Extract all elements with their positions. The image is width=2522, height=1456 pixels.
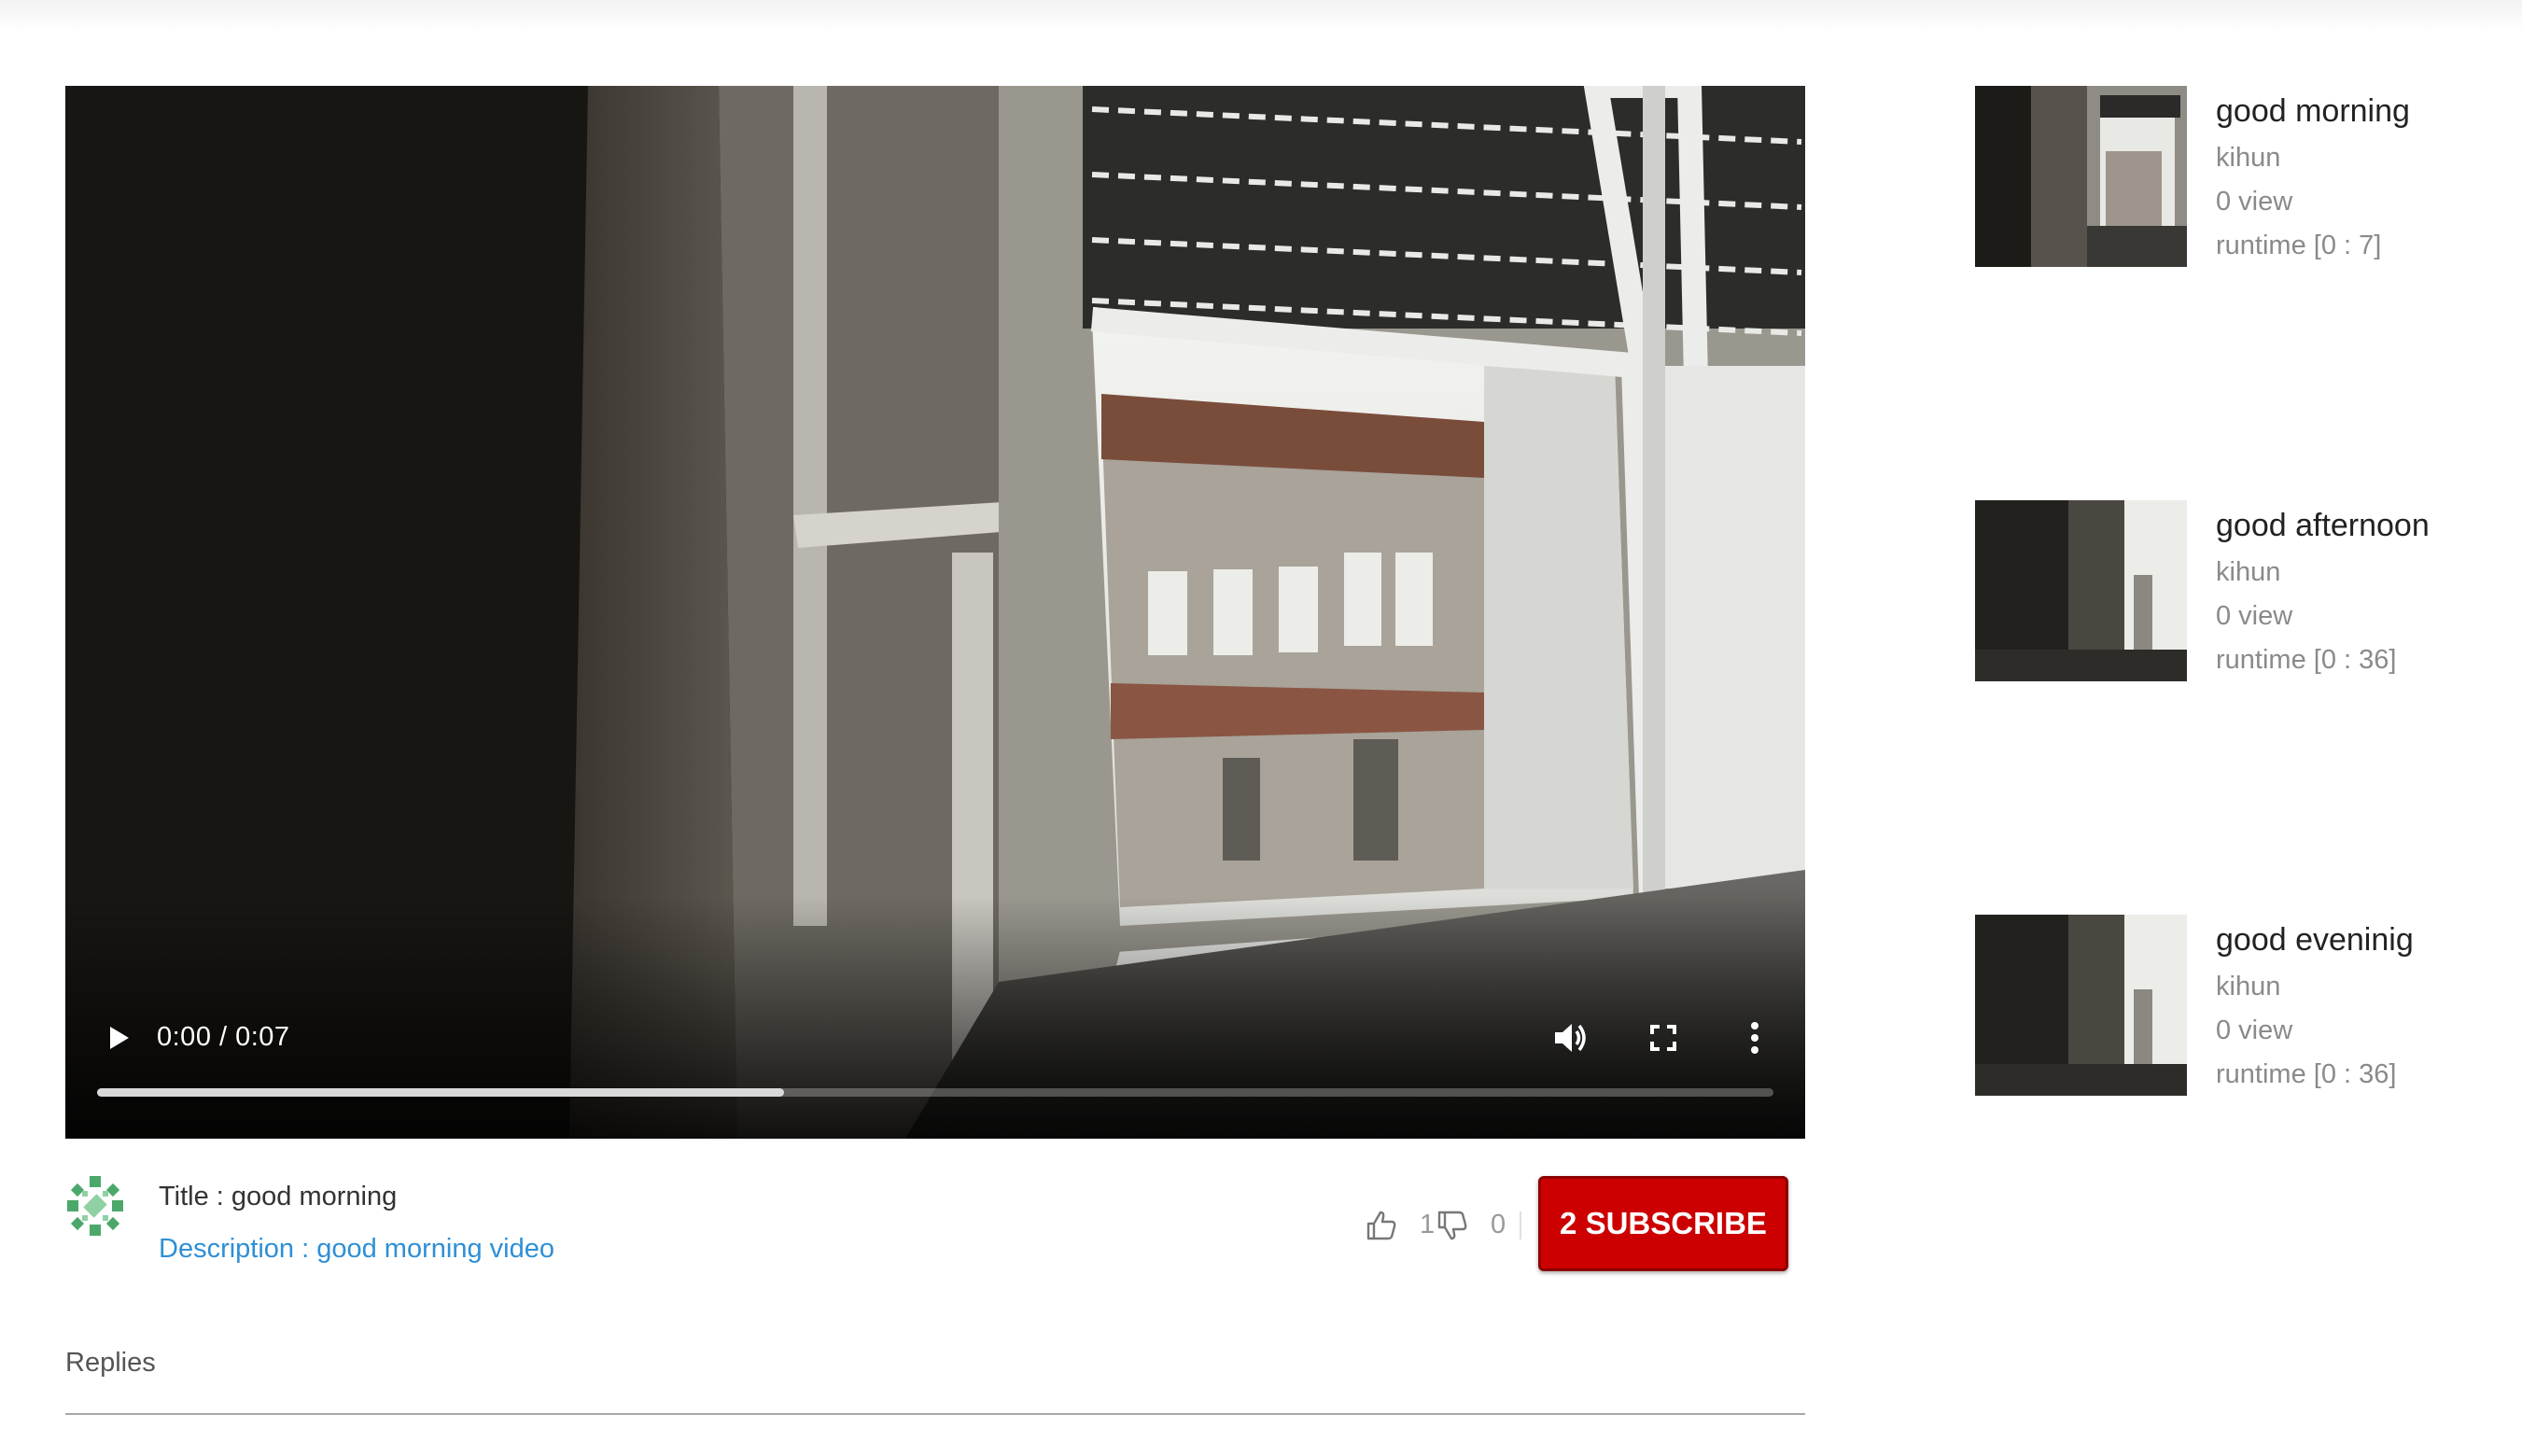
sidebar-video-title[interactable]: good afternoon xyxy=(2216,508,2430,544)
dislike-count: 0 xyxy=(1491,1210,1506,1239)
top-bar xyxy=(0,0,2522,32)
replies-divider xyxy=(65,1413,1805,1415)
video-player[interactable]: 0:00 / 0:07 xyxy=(65,86,1805,1139)
sidebar-video-card[interactable]: good morning kihun 0 view runtime [0 : 7… xyxy=(1975,86,2479,273)
fullscreen-icon xyxy=(1650,1025,1676,1051)
sidebar-video-runtime: runtime [0 : 36] xyxy=(2216,645,2397,675)
play-icon xyxy=(110,1027,129,1049)
replies-heading: Replies xyxy=(65,1348,156,1378)
video-thumbnail[interactable] xyxy=(1975,915,2187,1096)
seek-bar[interactable] xyxy=(97,1088,1773,1097)
more-vert-icon xyxy=(1751,1022,1758,1054)
sidebar-video-views: 0 view xyxy=(2216,601,2293,631)
controls-overlay xyxy=(65,896,1805,1139)
volume-icon xyxy=(1555,1024,1586,1052)
sidebar-video-author: kihun xyxy=(2216,143,2281,173)
dislike-button[interactable] xyxy=(1436,1209,1469,1242)
sidebar-video-runtime: runtime [0 : 36] xyxy=(2216,1059,2397,1089)
sidebar-video-views: 0 view xyxy=(2216,1015,2293,1045)
thumbs-up-icon xyxy=(1366,1211,1396,1240)
time-display: 0:00 / 0:07 xyxy=(157,1022,290,1052)
video-title: Title : good morning xyxy=(159,1182,398,1211)
fullscreen-button[interactable] xyxy=(1645,1019,1682,1057)
play-button[interactable] xyxy=(99,1019,136,1057)
sidebar-video-author: kihun xyxy=(2216,557,2281,587)
sidebar-video-author: kihun xyxy=(2216,972,2281,1001)
sidebar-video-runtime: runtime [0 : 7] xyxy=(2216,231,2382,260)
like-count: 1 xyxy=(1420,1210,1436,1239)
divider xyxy=(1520,1211,1521,1239)
seek-bar-played xyxy=(97,1088,785,1097)
sidebar-video-card[interactable]: good afternoon kihun 0 view runtime [0 :… xyxy=(1975,500,2479,687)
subscribe-button[interactable]: 2 SUBSCRIBE xyxy=(1538,1176,1788,1271)
avatar[interactable] xyxy=(63,1172,127,1239)
sidebar-video-title[interactable]: good eveninig xyxy=(2216,922,2414,959)
sidebar-video-card[interactable]: good eveninig kihun 0 view runtime [0 : … xyxy=(1975,915,2479,1101)
sidebar-video-views: 0 view xyxy=(2216,187,2293,217)
thumbs-down-icon xyxy=(1437,1211,1467,1240)
like-button[interactable] xyxy=(1365,1209,1398,1242)
volume-button[interactable] xyxy=(1549,1017,1590,1058)
sidebar-video-title[interactable]: good morning xyxy=(2216,93,2410,130)
video-description[interactable]: Description : good morning video xyxy=(159,1234,554,1265)
video-thumbnail[interactable] xyxy=(1975,86,2187,267)
video-thumbnail[interactable] xyxy=(1975,500,2187,681)
more-options-button[interactable] xyxy=(1736,1017,1773,1058)
